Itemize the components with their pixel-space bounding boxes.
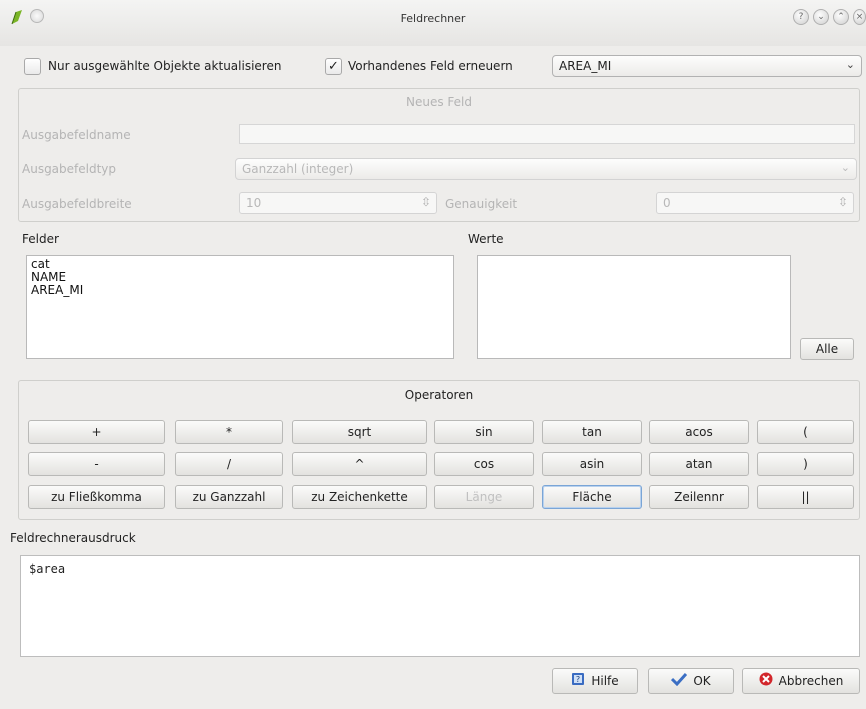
output-name-label: Ausgabefeldname	[22, 128, 131, 142]
to-float-button[interactable]: zu Fließkomma	[28, 485, 165, 509]
operator-minus-button[interactable]: -	[28, 452, 165, 476]
checkmark-icon	[671, 670, 688, 694]
operator-atan-button[interactable]: atan	[649, 452, 749, 476]
operators-title: Operatoren	[404, 388, 474, 402]
all-values-button[interactable]: Alle	[800, 338, 854, 360]
svg-text:?: ?	[576, 675, 580, 684]
to-integer-button[interactable]: zu Ganzzahl	[175, 485, 283, 509]
output-type-label: Ausgabefeldtyp	[22, 162, 117, 176]
help-label: Hilfe	[591, 674, 619, 688]
operator-power-button[interactable]: ^	[292, 452, 427, 476]
update-existing-checkbox[interactable]: ✓	[325, 58, 342, 75]
operator-divide-button[interactable]: /	[175, 452, 283, 476]
output-type-combo[interactable]: Ganzzahl (integer) ⌄	[235, 158, 857, 180]
precision-label: Genauigkeit	[445, 197, 518, 211]
output-name-input[interactable]	[239, 124, 855, 144]
maximize-icon[interactable]: ⌃	[833, 9, 849, 25]
existing-field-combo[interactable]: AREA_MI ⌄	[552, 55, 862, 77]
values-label: Werte	[468, 232, 504, 246]
output-width-value: 10	[246, 196, 262, 210]
output-width-spinbox[interactable]: 10 ⇳	[239, 192, 437, 214]
only-selected-label: Nur ausgewählte Objekte aktualisieren	[48, 59, 282, 73]
output-type-value: Ganzzahl (integer)	[242, 162, 354, 176]
close-icon[interactable]: ×	[853, 9, 866, 25]
help-title-icon[interactable]: ?	[793, 9, 809, 25]
window-title: Feldrechner	[400, 12, 466, 25]
operator-close-paren-button[interactable]: )	[757, 452, 854, 476]
spin-arrows-icon: ⇳	[420, 195, 431, 209]
operator-multiply-button[interactable]: *	[175, 420, 283, 444]
chevron-down-icon: ⌄	[845, 58, 855, 71]
update-existing-label: Vorhandenes Feld erneuern	[348, 59, 513, 73]
list-item[interactable]: cat	[31, 258, 449, 271]
operator-tan-button[interactable]: tan	[542, 420, 642, 444]
new-field-title: Neues Feld	[406, 95, 472, 109]
expression-label: Feldrechnerausdruck	[10, 531, 136, 545]
precision-value: 0	[663, 196, 671, 210]
list-item[interactable]: NAME	[31, 271, 449, 284]
spin-arrows-icon: ⇳	[837, 195, 848, 209]
output-width-label: Ausgabefeldbreite	[22, 197, 132, 211]
precision-spinbox[interactable]: 0 ⇳	[656, 192, 854, 214]
fields-list[interactable]: cat NAME AREA_MI	[26, 255, 454, 359]
expression-text: $area	[29, 562, 66, 576]
operator-open-paren-button[interactable]: (	[757, 420, 854, 444]
concat-button[interactable]: ||	[757, 485, 854, 509]
list-item[interactable]: AREA_MI	[31, 284, 449, 297]
ok-label: OK	[693, 674, 711, 688]
minimize-icon[interactable]: ⌄	[813, 9, 829, 25]
help-book-icon: ?	[571, 670, 585, 694]
cancel-button[interactable]: Abbrechen	[742, 668, 860, 694]
help-button[interactable]: ? Hilfe	[552, 668, 638, 694]
only-selected-checkbox[interactable]	[24, 58, 41, 75]
cancel-icon	[759, 670, 773, 694]
operator-sin-button[interactable]: sin	[434, 420, 534, 444]
expression-editor[interactable]: $area	[20, 555, 860, 657]
cancel-label: Abbrechen	[778, 674, 844, 688]
operator-plus-button[interactable]: +	[28, 420, 165, 444]
row-number-button[interactable]: Zeilennr	[649, 485, 749, 509]
chevron-down-icon: ⌄	[840, 161, 850, 174]
operator-sqrt-button[interactable]: sqrt	[292, 420, 427, 444]
to-string-button[interactable]: zu Zeichenkette	[292, 485, 427, 509]
length-button[interactable]: Länge	[434, 485, 534, 509]
values-list[interactable]	[477, 255, 791, 359]
operator-asin-button[interactable]: asin	[542, 452, 642, 476]
fields-label: Felder	[22, 232, 59, 246]
operator-cos-button[interactable]: cos	[434, 452, 534, 476]
area-button[interactable]: Fläche	[542, 485, 642, 509]
existing-field-value: AREA_MI	[559, 59, 612, 73]
ok-button[interactable]: OK	[648, 668, 734, 694]
operator-acos-button[interactable]: acos	[649, 420, 749, 444]
